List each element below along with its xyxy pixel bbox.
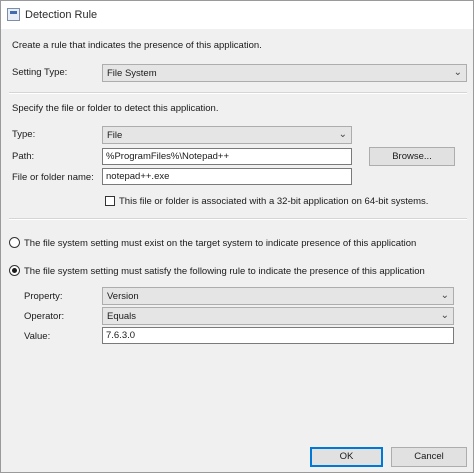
radio-exist[interactable] <box>9 237 20 248</box>
title-bar: Detection Rule <box>1 1 473 29</box>
setting-type-value: File System <box>107 68 157 79</box>
ok-button[interactable]: OK <box>310 447 383 467</box>
window-icon <box>7 8 20 21</box>
property-label: Property: <box>24 291 63 302</box>
detection-rule-dialog: Detection Rule Create a rule that indica… <box>0 0 474 473</box>
radio-rule[interactable] <box>9 265 20 276</box>
chevron-down-icon: ⌄ <box>453 67 462 78</box>
detect-text: Specify the file or folder to detect thi… <box>12 103 219 114</box>
window-title: Detection Rule <box>25 9 98 21</box>
path-input[interactable]: %ProgramFiles%\Notepad++ <box>102 148 352 165</box>
value-label: Value: <box>24 331 51 342</box>
setting-type-dropdown[interactable]: File System ⌄ <box>102 64 467 82</box>
file-name-label: File or folder name: <box>12 172 94 183</box>
type-label: Type: <box>12 129 36 140</box>
chevron-down-icon: ⌄ <box>338 129 347 140</box>
type-value: File <box>107 130 123 141</box>
cancel-button[interactable]: Cancel <box>391 447 467 467</box>
file-name-value: notepad++.exe <box>106 171 170 182</box>
intro-text: Create a rule that indicates the presenc… <box>12 40 262 51</box>
dialog-body: Create a rule that indicates the presenc… <box>1 29 473 472</box>
radio-rule-label: The file system setting must satisfy the… <box>24 266 425 277</box>
separator <box>9 92 467 94</box>
bit32-checkbox[interactable] <box>105 196 115 206</box>
operator-label: Operator: <box>24 311 65 322</box>
operator-dropdown[interactable]: Equals ⌄ <box>102 307 454 325</box>
property-value: Version <box>107 291 139 302</box>
setting-type-label: Setting Type: <box>12 67 68 78</box>
operator-value: Equals <box>107 311 137 322</box>
value-text: 7.6.3.0 <box>106 330 136 341</box>
chevron-down-icon: ⌄ <box>440 290 449 301</box>
bit32-checkbox-label: This file or folder is associated with a… <box>119 196 429 207</box>
path-label: Path: <box>12 151 35 162</box>
path-value: %ProgramFiles%\Notepad++ <box>106 151 230 162</box>
separator <box>9 218 467 220</box>
browse-button[interactable]: Browse... <box>369 147 455 166</box>
type-dropdown[interactable]: File ⌄ <box>102 126 352 144</box>
radio-exist-label: The file system setting must exist on th… <box>24 238 417 249</box>
property-dropdown[interactable]: Version ⌄ <box>102 287 454 305</box>
chevron-down-icon: ⌄ <box>440 310 449 321</box>
file-name-input[interactable]: notepad++.exe <box>102 168 352 185</box>
value-input[interactable]: 7.6.3.0 <box>102 327 454 344</box>
